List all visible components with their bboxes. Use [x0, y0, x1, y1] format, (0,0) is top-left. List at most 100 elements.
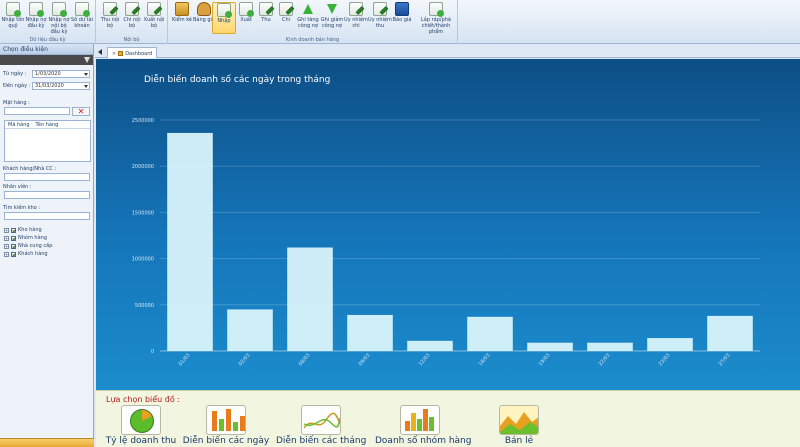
- bar: [707, 315, 753, 351]
- chevron-down-icon[interactable]: [84, 73, 88, 76]
- bar: [407, 340, 453, 351]
- chart-panel: Diễn biến doanh số các ngày trong tháng …: [96, 59, 800, 390]
- bar: [167, 132, 213, 351]
- ribbon-btn-opening-debt[interactable]: Nhập nợ đầu kỳ: [24, 2, 48, 29]
- customer-label: Khách hàng/Nhà CC :: [3, 166, 57, 172]
- checkbox[interactable]: [11, 243, 16, 249]
- ribbon-btn-collection-order[interactable]: Uy nhiệm thu: [368, 2, 392, 29]
- item-label: Mặt hàng :: [3, 100, 30, 106]
- chart-selector-title: Lựa chọn biểu đồ :: [106, 395, 180, 404]
- edit-document-icon: [373, 2, 387, 16]
- to-date-label: Đến ngày :: [3, 83, 31, 89]
- book-icon: [395, 2, 409, 16]
- x-tick-label: 08/03: [298, 352, 312, 367]
- arrow-up-icon: [301, 2, 315, 16]
- bar: [647, 338, 693, 351]
- filter-toolbar: [0, 55, 93, 65]
- sales-bar-chart: 0 500000 1000000 1500000 2000000 2500000 01/03…: [132, 118, 760, 367]
- chart-option-monthly-trend[interactable]: Diễn biến các tháng: [276, 405, 366, 446]
- ribbon-btn-internal-payment[interactable]: Chi nội bộ: [120, 2, 144, 29]
- staff-input[interactable]: [4, 191, 90, 199]
- panel-footer-bar[interactable]: [0, 438, 94, 447]
- expand-icon[interactable]: +: [4, 243, 9, 249]
- document-add-icon: [6, 2, 21, 17]
- item-search-input[interactable]: [4, 107, 70, 115]
- item-grid[interactable]: Mã hàng Tên hàng: [4, 120, 91, 162]
- clear-item-button[interactable]: ✕: [72, 107, 90, 116]
- ribbon-group-internal: Thu nội bộ Chi nội bộ Xuất nội bộ Nội bộ: [96, 0, 168, 44]
- ribbon-group-title: Dữ liệu đầu kỳ: [29, 37, 66, 43]
- to-date-field[interactable]: 31/03/2020: [32, 82, 90, 90]
- ribbon-group-sales: Kiểm kê Bảng giá Nhập Xuất Thu Chi Ghi t…: [168, 0, 458, 44]
- bar-chart-icon: [206, 405, 246, 435]
- ribbon-btn-internal-receipt[interactable]: Thu nội bộ: [98, 2, 122, 29]
- ribbon-toolbar: Nhập tồn quỹ Nhập nợ đầu kỳ Nhập nợ nội …: [0, 0, 800, 44]
- bar: [527, 342, 573, 351]
- y-tick-label: 1500000: [132, 210, 154, 216]
- ribbon-btn-account-balance[interactable]: Số dư tài khoản: [70, 2, 94, 29]
- filter-icon[interactable]: [84, 57, 90, 63]
- x-tick-label: 02/03: [238, 352, 252, 367]
- ribbon-btn-assembly[interactable]: Lắp ráp/phá chiết/thành phẩm: [418, 2, 454, 35]
- document-add-icon: [239, 2, 254, 17]
- tree-item-item-group[interactable]: + Nhóm hàng: [4, 235, 47, 241]
- document-add-icon: [29, 2, 44, 17]
- from-date-field[interactable]: 1/03/2020: [32, 70, 90, 78]
- chart-option-revenue-ratio[interactable]: Tỷ lệ doanh thu: [96, 405, 186, 446]
- x-tick-label: 09/03: [358, 352, 372, 367]
- expand-icon[interactable]: +: [4, 227, 9, 233]
- filter-panel: Chọn điều kiện Từ ngày : 1/03/2020 Đến n…: [0, 44, 94, 447]
- money-bag-icon: [197, 2, 211, 16]
- expand-icon[interactable]: +: [4, 251, 9, 257]
- expand-icon[interactable]: +: [4, 235, 9, 241]
- ribbon-btn-quotation[interactable]: Báo giá: [390, 2, 414, 23]
- x-tick-label: 12/03: [418, 352, 432, 367]
- x-tick-label: 23/03: [658, 352, 672, 367]
- from-date-label: Từ ngày :: [3, 71, 27, 77]
- warehouse-search-label: Tìm kiếm kho :: [3, 205, 41, 211]
- bar: [227, 309, 273, 351]
- edit-document-icon: [147, 2, 161, 16]
- filter-panel-title: Chọn điều kiện: [0, 44, 93, 55]
- checkbox[interactable]: [11, 227, 16, 233]
- area-chart-icon: [499, 405, 539, 435]
- checkbox[interactable]: [11, 251, 16, 257]
- item-grid-header: Mã hàng Tên hàng: [5, 121, 90, 129]
- tree-item-supplier[interactable]: + Nhà cung cấp: [4, 243, 52, 249]
- document-add-icon: [75, 2, 90, 17]
- pie-chart-icon: [121, 405, 161, 435]
- ribbon-btn-import[interactable]: Nhập: [212, 2, 236, 34]
- document-add-icon: [429, 2, 444, 17]
- staff-label: Nhân viên :: [3, 184, 32, 190]
- ribbon-btn-opening-cash[interactable]: Nhập tồn quỹ: [1, 2, 25, 29]
- ribbon-btn-debt-increase[interactable]: Ghi tăng công nợ: [296, 2, 320, 29]
- scroll-left-icon[interactable]: [98, 49, 102, 55]
- tab-dashboard[interactable]: ✕ Dashboard: [107, 47, 158, 58]
- bar: [467, 316, 513, 351]
- close-icon[interactable]: ✕: [112, 51, 116, 57]
- ribbon-btn-debt-decrease[interactable]: Ghi giảm công nợ: [320, 2, 344, 29]
- x-tick-label: 18/03: [478, 352, 492, 367]
- chevron-down-icon[interactable]: [84, 85, 88, 88]
- grouped-bar-icon: [400, 405, 440, 435]
- ribbon-btn-opening-internal-debt[interactable]: Nhập nợ nội bộ đầu kỳ: [47, 2, 71, 35]
- chart-option-group-sales[interactable]: Doanh số nhóm hàng: [375, 405, 471, 446]
- y-tick-label: 2500000: [132, 118, 154, 124]
- arrow-down-icon: [325, 2, 339, 16]
- tree-item-customer[interactable]: + Khách hàng: [4, 251, 48, 257]
- ribbon-group-title: Kinh doanh bán hàng: [285, 37, 340, 43]
- ribbon-btn-payment[interactable]: Chi: [274, 2, 298, 23]
- ribbon-btn-inventory-check[interactable]: Kiểm kê: [170, 2, 194, 23]
- chart-option-daily-trend[interactable]: Diễn biến các ngày: [181, 405, 271, 446]
- ribbon-btn-internal-export[interactable]: Xuất nội bộ: [142, 2, 166, 29]
- customer-input[interactable]: [4, 173, 90, 181]
- edit-document-icon: [349, 2, 363, 16]
- tree-item-warehouse[interactable]: + Kho hàng: [4, 227, 42, 233]
- y-tick-label: 1000000: [132, 257, 154, 263]
- chart-option-retail[interactable]: Bán lẻ: [474, 405, 564, 446]
- ribbon-btn-payment-order[interactable]: Uy nhiệm chi: [344, 2, 368, 29]
- ribbon-group-title: Nội bộ: [123, 37, 140, 43]
- warehouse-search-input[interactable]: [4, 212, 90, 220]
- line-chart-icon: [301, 405, 341, 435]
- checkbox[interactable]: [11, 235, 16, 241]
